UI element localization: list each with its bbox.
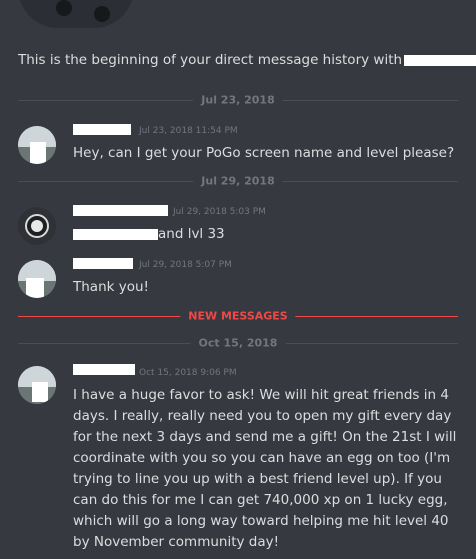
date-divider-label: Jul 29, 2018 <box>193 174 283 188</box>
date-divider-label: Jul 23, 2018 <box>193 93 283 107</box>
message-text: Thank you! <box>73 279 149 295</box>
redacted-username[interactable] <box>73 364 135 375</box>
avatar[interactable] <box>18 126 56 164</box>
redacted-username <box>404 54 476 66</box>
new-messages-divider: NEW MESSAGES <box>18 309 458 323</box>
date-divider: Jul 29, 2018 <box>18 174 458 188</box>
avatar[interactable] <box>18 366 56 404</box>
message-timestamp: Oct 15, 2018 9:06 PM <box>139 368 237 378</box>
avatar-dot <box>94 6 110 22</box>
recipient-large-avatar <box>18 0 134 28</box>
redacted-username[interactable] <box>73 205 168 216</box>
date-divider: Oct 15, 2018 <box>18 336 458 350</box>
redacted-username[interactable] <box>73 124 131 135</box>
message-timestamp: Jul 29, 2018 5:07 PM <box>139 260 232 270</box>
message-timestamp: Jul 23, 2018 11:54 PM <box>139 126 238 136</box>
redacted-username[interactable] <box>73 258 133 269</box>
new-messages-label: NEW MESSAGES <box>180 309 296 323</box>
date-divider-label: Oct 15, 2018 <box>190 336 286 350</box>
message-text: and lvl 33 <box>73 226 225 242</box>
avatar[interactable] <box>18 260 56 298</box>
avatar[interactable] <box>18 207 56 245</box>
date-divider: Jul 23, 2018 <box>18 93 458 107</box>
message-text: Hey, can I get your PoGo screen name and… <box>73 145 455 161</box>
avatar-dot <box>56 0 72 16</box>
dm-intro-text: This is the beginning of your direct mes… <box>18 52 476 68</box>
redacted-screen-name <box>73 228 158 240</box>
message-timestamp: Jul 29, 2018 5:03 PM <box>173 207 266 217</box>
message-text: I have a huge favor to ask! We will hit … <box>73 387 457 550</box>
